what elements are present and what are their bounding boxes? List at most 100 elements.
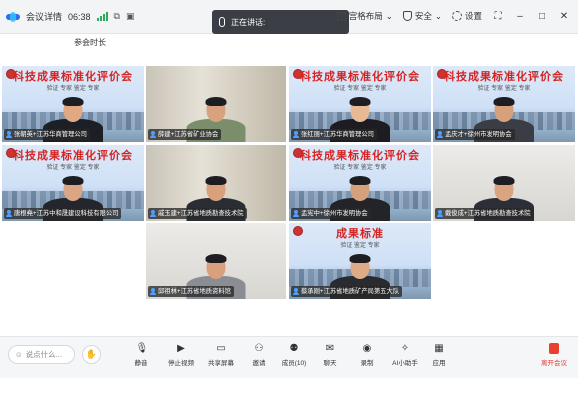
apps-icon: ▦ <box>434 343 444 354</box>
raise-hand-button[interactable]: ✋ <box>82 345 101 364</box>
participant-hair <box>349 97 371 106</box>
user-icon <box>293 288 299 295</box>
participant-name-tag: 蔡承刚+江苏省地质矿产局第五大队 <box>291 286 403 297</box>
video-camera-button[interactable]: ▶ 停止视频 <box>164 343 198 367</box>
speaking-indicator: 正在讲话: <box>212 10 349 34</box>
layout-button[interactable]: 宫格布局 ⌄ <box>336 10 393 22</box>
leave-icon <box>549 343 559 354</box>
participant-name: 孟宪中+徐州市发明协会 <box>301 210 368 217</box>
title-bar-right: 宫格布局 ⌄ 安全 ⌄ 设置 ⛶ – □ ✕ <box>336 10 570 22</box>
gear-icon <box>451 11 462 21</box>
members-icon: ⚉ <box>289 343 299 354</box>
banner-title: 成果标准 <box>336 227 384 240</box>
toolbar-button-label: 应用 <box>432 360 446 367</box>
fullscreen-icon[interactable]: ⛶ <box>492 11 504 22</box>
chat-input-placeholder: 说点什么... <box>25 350 62 359</box>
participant-hair <box>493 97 515 106</box>
toolbar-button-label: 成员(10) <box>281 360 307 367</box>
app-title: 会议详情 <box>26 12 63 22</box>
banner-title: 科技成果标准化评价会 <box>13 70 133 83</box>
banner-title: 科技成果标准化评价会 <box>13 149 133 162</box>
video-tile[interactable]: 科技成果标准化评价会 验证 专家 鉴定 专家 孟宪中+徐州市发明协会 <box>289 145 431 221</box>
banner-subtitle: 验证 专家 鉴定 专家 <box>333 86 387 92</box>
emoji-icon: ☺ <box>15 350 23 359</box>
join-time-label: 参会时长 <box>74 38 106 47</box>
maximize-icon[interactable]: □ <box>536 11 548 22</box>
banner-subtitle: 验证 专家 鉴定 专家 <box>333 165 387 171</box>
leave-label: 离开会议 <box>541 360 567 367</box>
user-icon <box>437 210 443 217</box>
chat-input[interactable]: ☺ 说点什么... <box>8 345 75 364</box>
participant-name-tag: 张朝英+江苏华商管理公司 <box>4 129 90 140</box>
participant-hair <box>205 97 227 106</box>
copy-icon[interactable]: ⧉ <box>114 11 120 22</box>
chat-button[interactable]: ✉ 聊天 <box>313 343 347 367</box>
video-tile[interactable]: 邱祖林+江苏省地质资料馆 <box>146 223 286 299</box>
network-signal-icon[interactable] <box>96 12 108 21</box>
video-tile[interactable]: 薛建+江苏省矿业协会 <box>146 66 286 142</box>
participant-name-tag: 戚玉建+江苏省地质勘查技术院 <box>148 208 247 219</box>
participant-name-tag: 孟宪中+徐州市发明协会 <box>291 208 371 219</box>
user-icon <box>6 131 12 138</box>
security-label: 安全 <box>414 11 432 21</box>
close-icon[interactable]: ✕ <box>558 11 570 22</box>
grid-layout-icon <box>336 11 346 21</box>
share-screen-button[interactable]: ▭ 共享屏幕 <box>204 343 238 367</box>
video-tile[interactable]: 戚玉建+江苏省地质勘查技术院 <box>146 145 286 221</box>
participant-name-tag: 邱祖林+江苏省地质资料馆 <box>148 286 234 297</box>
add-user-button[interactable]: ⚇ 邀请 <box>242 343 276 367</box>
layout-label: 宫格布局 <box>348 11 383 21</box>
microphone-button[interactable]: 🎙 静音 <box>124 343 158 367</box>
settings-button[interactable]: 设置 <box>451 10 482 22</box>
video-tile[interactable]: 科技成果标准化评价会 验证 专家 鉴定 专家 张红丽+江苏华商管理公司 <box>289 66 431 142</box>
user-icon <box>150 210 156 217</box>
participant-name: 戴俊成+江苏省地质勘查技术院 <box>445 210 531 217</box>
participant-name: 薛建+江苏省矿业协会 <box>158 131 219 138</box>
toolbar-button-label: 邀请 <box>252 360 266 367</box>
user-icon <box>150 288 156 295</box>
video-tile[interactable]: 成果标准 验证 鉴定 专家 蔡承刚+江苏省地质矿产局第五大队 <box>289 223 431 299</box>
video-tile[interactable]: 科技成果标准化评价会 验证 专家 鉴定 专家 孟庆才+徐州市发明协会 <box>433 66 575 142</box>
minimize-icon[interactable]: – <box>514 11 526 22</box>
toolbar-button-label: 共享屏幕 <box>208 360 234 367</box>
members-button[interactable]: ⚉ 成员(10) <box>277 343 311 367</box>
record-icon: ◉ <box>362 343 372 354</box>
toolbar-button-label: 停止视频 <box>168 360 194 367</box>
user-icon <box>293 210 299 217</box>
banner-subtitle: 验证 专家 鉴定 专家 <box>477 86 531 92</box>
video-tile[interactable]: 科技成果标准化评价会 验证 专家 鉴定 专家 唐根堯+江苏中和晟建设科技有限公司 <box>2 145 144 221</box>
chevron-down-icon: ⌄ <box>385 10 393 21</box>
user-icon <box>6 210 12 217</box>
record-button[interactable]: ◉ 录制 <box>350 343 384 367</box>
meeting-toolbar: ☺ 说点什么... ✋ 🎙 静音 ▶ 停止视频 ▭ 共享屏幕 ⚇ 邀请 ⚉ 成员(10) ✉ 聊天 ◉ 录… <box>0 336 578 378</box>
apps-button[interactable]: ▦ 应用 <box>422 343 456 367</box>
banner-subtitle: 验证 专家 鉴定 专家 <box>46 86 100 92</box>
ai-assistant-button[interactable]: ✧ AI小助手 <box>388 343 422 367</box>
participant-hair <box>205 254 227 263</box>
leave-meeting-button[interactable]: 离开会议 <box>534 343 574 367</box>
microphone-icon <box>219 17 225 27</box>
security-button[interactable]: 安全 ⌄ <box>402 10 442 22</box>
video-tile[interactable]: 戴俊成+江苏省地质勘查技术院 <box>433 145 575 221</box>
chevron-down-icon: ⌄ <box>434 10 442 21</box>
participant-hair <box>493 176 515 185</box>
banner-title: 科技成果标准化评价会 <box>300 149 420 162</box>
video-camera-icon: ▶ <box>177 343 185 354</box>
participant-name: 孟庆才+徐州市发明协会 <box>445 131 512 138</box>
microphone-icon: 🎙 <box>135 343 149 354</box>
hand-icon: ✋ <box>85 349 98 359</box>
settings-label: 设置 <box>464 11 482 21</box>
participant-name-tag: 张红丽+江苏华商管理公司 <box>291 129 377 140</box>
participant-hair <box>62 176 84 185</box>
video-tile[interactable]: 科技成果标准化评价会 验证 专家 鉴定 专家 张朝英+江苏华商管理公司 <box>2 66 144 142</box>
participant-name: 蔡承刚+江苏省地质矿产局第五大队 <box>301 288 400 295</box>
recording-status-icon[interactable]: ▣ <box>126 11 135 22</box>
share-screen-icon: ▭ <box>216 343 226 354</box>
participant-name: 张红丽+江苏华商管理公司 <box>301 131 374 138</box>
user-icon <box>150 131 156 138</box>
participant-name: 张朝英+江苏华商管理公司 <box>14 131 87 138</box>
chat-icon: ✉ <box>325 343 335 354</box>
user-icon <box>437 131 443 138</box>
add-user-icon: ⚇ <box>254 343 264 354</box>
participant-name-tag: 唐根堯+江苏中和晟建设科技有限公司 <box>4 208 122 219</box>
